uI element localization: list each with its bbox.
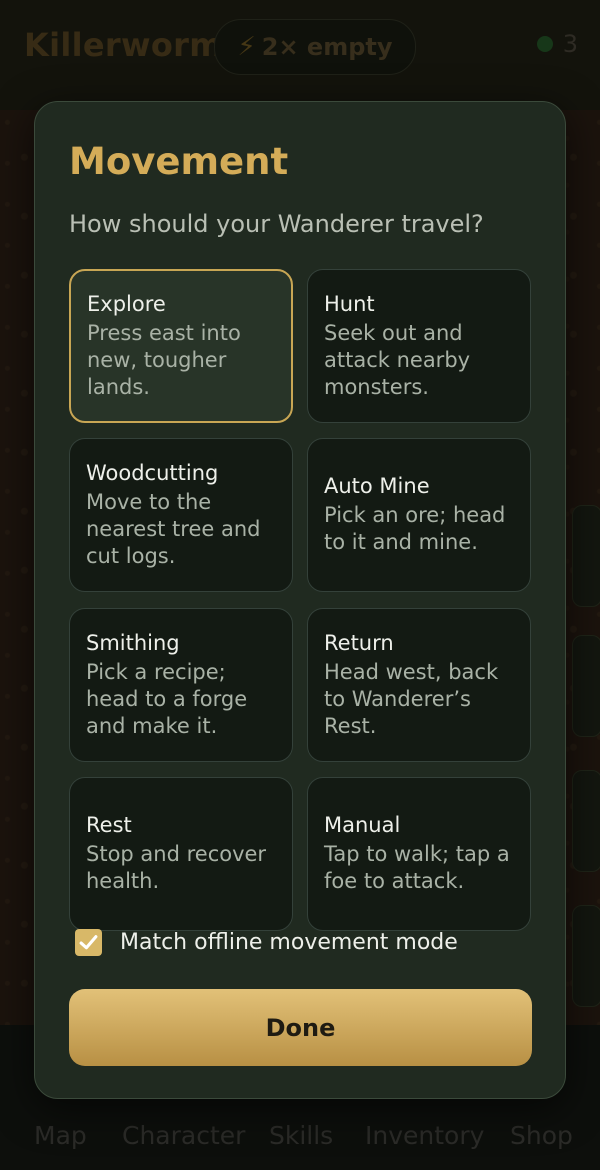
option-description: Press east into new, tougher lands. bbox=[87, 320, 241, 399]
option-hunt[interactable]: Hunt Seek out and attack nearby monsters… bbox=[307, 269, 531, 423]
modal-subtitle: How should your Wanderer travel? bbox=[69, 210, 484, 238]
option-title: Auto Mine bbox=[324, 474, 430, 498]
option-title: Woodcutting bbox=[86, 460, 219, 485]
offline-mode-checkbox[interactable] bbox=[75, 929, 102, 956]
option-description: Stop and recover health. bbox=[86, 842, 267, 893]
option-description: Tap to walk; tap a foe to attack. bbox=[324, 842, 510, 893]
option-title: Hunt bbox=[324, 291, 375, 316]
option-description: Move to the nearest tree and cut logs. bbox=[86, 489, 261, 568]
option-title: Return bbox=[324, 630, 394, 655]
modal-title: Movement bbox=[69, 140, 289, 183]
option-rest[interactable]: Rest Stop and recover health. bbox=[69, 777, 293, 931]
option-woodcutting[interactable]: Woodcutting Move to the nearest tree and… bbox=[69, 438, 293, 592]
offline-mode-checkbox-row[interactable]: Match offline movement mode bbox=[75, 929, 458, 956]
option-title: Manual bbox=[324, 813, 401, 837]
option-title: Explore bbox=[87, 291, 166, 316]
option-manual[interactable]: Manual Tap to walk; tap a foe to attack. bbox=[307, 777, 531, 931]
option-description: Seek out and attack nearby monsters. bbox=[324, 320, 471, 399]
option-title: Smithing bbox=[86, 630, 180, 655]
done-button[interactable]: Done bbox=[69, 989, 532, 1066]
option-explore[interactable]: Explore Press east into new, tougher lan… bbox=[69, 269, 293, 423]
movement-modal: Movement How should your Wanderer travel… bbox=[34, 101, 566, 1099]
option-title: Rest bbox=[86, 813, 132, 837]
option-return[interactable]: Return Head west, back to Wanderer’s Res… bbox=[307, 608, 531, 762]
option-description: Head west, back to Wanderer’s Rest. bbox=[324, 659, 499, 738]
option-smithing[interactable]: Smithing Pick a recipe; head to a forge … bbox=[69, 608, 293, 762]
checkbox-label: Match offline movement mode bbox=[120, 930, 458, 955]
option-auto-mine[interactable]: Auto Mine Pick an ore; head to it and mi… bbox=[307, 438, 531, 592]
option-description: Pick an ore; head to it and mine. bbox=[324, 503, 506, 554]
option-description: Pick a recipe; head to a forge and make … bbox=[86, 659, 248, 738]
checkmark-icon bbox=[79, 935, 98, 950]
